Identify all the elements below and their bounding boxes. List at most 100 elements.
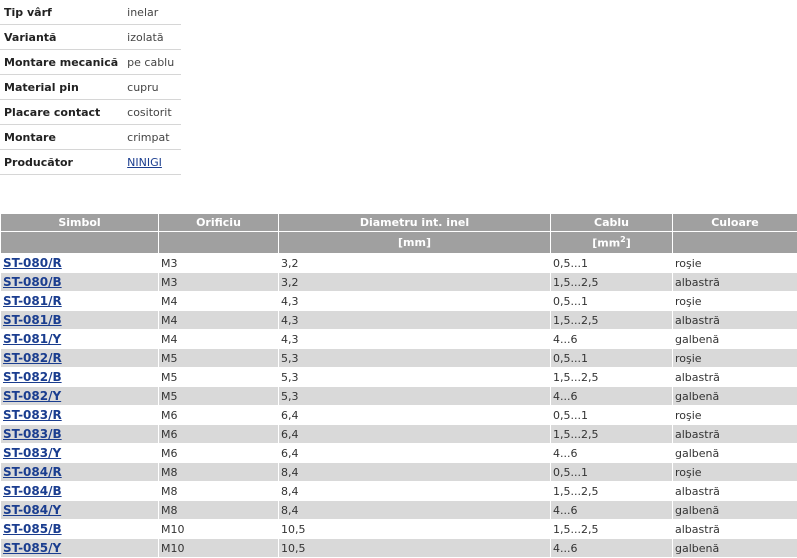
cell-inner-diameter: 5,3: [279, 349, 551, 368]
spec-row: Placare contactcositorit: [0, 100, 181, 125]
cell-color: albastră: [673, 520, 797, 539]
cell-symbol: ST-081/R: [1, 292, 159, 311]
cell-hole: M10: [159, 520, 279, 539]
product-symbol-link[interactable]: ST-082/R: [3, 351, 62, 365]
cell-symbol: ST-084/B: [1, 482, 159, 501]
cell-cable: 4...6: [551, 330, 673, 349]
cell-symbol: ST-083/B: [1, 425, 159, 444]
units-symbol: [1, 232, 159, 254]
cell-hole: M3: [159, 254, 279, 273]
cell-symbol: ST-080/B: [1, 273, 159, 292]
column-header-hole: Orificiu: [159, 214, 279, 232]
table-row: ST-081/R M44,30,5...1roşie: [1, 292, 797, 311]
spec-label: Placare contact: [0, 100, 123, 125]
spec-row: Variantăizolată: [0, 25, 181, 50]
cell-cable: 1,5...2,5: [551, 273, 673, 292]
cell-hole: M3: [159, 273, 279, 292]
cell-color: roşie: [673, 406, 797, 425]
table-row: ST-083/RM66,40,5...1roşie: [1, 406, 797, 425]
spec-value: NINIGI: [123, 150, 182, 175]
spec-value: inelar: [123, 0, 182, 25]
product-symbol-link[interactable]: ST-083/R: [3, 408, 62, 422]
cell-inner-diameter: 4,3: [279, 311, 551, 330]
table-row: ST-081/BM44,31,5...2,5albastră: [1, 311, 797, 330]
product-symbol-link[interactable]: ST-085/B: [3, 522, 62, 536]
spec-row: Material pincupru: [0, 75, 181, 100]
cell-hole: M8: [159, 501, 279, 520]
cell-hole: M6: [159, 425, 279, 444]
cell-inner-diameter: 8,4: [279, 501, 551, 520]
cell-symbol: ST-083/R: [1, 406, 159, 425]
product-symbol-link[interactable]: ST-080/R: [3, 256, 62, 270]
product-symbol-link[interactable]: ST-083/B: [3, 427, 62, 441]
cell-symbol: ST-085/Y: [1, 539, 159, 558]
cell-hole: M8: [159, 482, 279, 501]
cell-color: albastră: [673, 273, 797, 292]
cell-hole: M10: [159, 539, 279, 558]
column-header-color: Culoare: [673, 214, 797, 232]
spec-value: pe cablu: [123, 50, 182, 75]
table-row: ST-084/BM88,41,5...2,5albastră: [1, 482, 797, 501]
cell-inner-diameter: 10,5: [279, 539, 551, 558]
spec-label: Montare: [0, 125, 123, 150]
product-specs-table: Tip vârfinelarVariantăizolatăMontare mec…: [0, 0, 181, 175]
column-header-symbol: Simbol: [1, 214, 159, 232]
cell-color: albastră: [673, 425, 797, 444]
cell-inner-diameter: 3,2: [279, 273, 551, 292]
spec-label: Material pin: [0, 75, 123, 100]
cell-hole: M6: [159, 406, 279, 425]
units-diameter: [mm]: [279, 232, 551, 254]
spec-label: Montare mecanică: [0, 50, 123, 75]
cell-cable: 4...6: [551, 387, 673, 406]
manufacturer-link[interactable]: NINIGI: [127, 156, 162, 169]
cell-symbol: ST-082/B: [1, 368, 159, 387]
cell-inner-diameter: 6,4: [279, 425, 551, 444]
product-symbol-link[interactable]: ST-083/Y: [3, 446, 61, 460]
product-symbol-link[interactable]: ST-084/Y: [3, 503, 61, 517]
cell-color: albastră: [673, 311, 797, 330]
cell-cable: 1,5...2,5: [551, 482, 673, 501]
table-row: ST-085/YM1010,54...6galbenă: [1, 539, 797, 558]
cell-symbol: ST-084/R: [1, 463, 159, 482]
cell-cable: 0,5...1: [551, 406, 673, 425]
cell-hole: M4: [159, 292, 279, 311]
table-row: ST-082/RM55,30,5...1roşie: [1, 349, 797, 368]
cell-inner-diameter: 4,3: [279, 292, 551, 311]
cell-symbol: ST-081/B: [1, 311, 159, 330]
product-symbol-link[interactable]: ST-085/Y: [3, 541, 61, 555]
product-symbol-link[interactable]: ST-082/Y: [3, 389, 61, 403]
cell-inner-diameter: 6,4: [279, 444, 551, 463]
cell-inner-diameter: 8,4: [279, 463, 551, 482]
cell-color: roşie: [673, 292, 797, 311]
product-symbol-link[interactable]: ST-084/R: [3, 465, 62, 479]
cell-cable: 1,5...2,5: [551, 368, 673, 387]
cell-inner-diameter: 4,3: [279, 330, 551, 349]
spec-value: cositorit: [123, 100, 182, 125]
spec-label: Variantă: [0, 25, 123, 50]
spec-value: crimpat: [123, 125, 182, 150]
product-variants-table: Simbol Orificiu Diametru int. inel Cablu…: [0, 213, 797, 558]
cell-symbol: ST-082/R: [1, 349, 159, 368]
cell-cable: 0,5...1: [551, 463, 673, 482]
cell-cable: 4...6: [551, 539, 673, 558]
product-symbol-link[interactable]: ST-081/R: [3, 294, 62, 308]
product-symbol-link[interactable]: ST-082/B: [3, 370, 62, 384]
cell-inner-diameter: 5,3: [279, 368, 551, 387]
spec-row: Montarecrimpat: [0, 125, 181, 150]
product-symbol-link[interactable]: ST-080/B: [3, 275, 62, 289]
cell-color: galbenă: [673, 444, 797, 463]
table-row: ST-083/B M66,41,5...2,5albastră: [1, 425, 797, 444]
cell-symbol: ST-085/B: [1, 520, 159, 539]
spec-row: ProducătorNINIGI: [0, 150, 181, 175]
product-symbol-link[interactable]: ST-081/B: [3, 313, 62, 327]
table-row: ST-080/B M33,21,5...2,5albastră: [1, 273, 797, 292]
cell-hole: M5: [159, 349, 279, 368]
cell-inner-diameter: 8,4: [279, 482, 551, 501]
product-symbol-link[interactable]: ST-084/B: [3, 484, 62, 498]
cell-cable: 0,5...1: [551, 292, 673, 311]
cell-color: roşie: [673, 463, 797, 482]
cell-hole: M4: [159, 330, 279, 349]
cell-hole: M8: [159, 463, 279, 482]
product-symbol-link[interactable]: ST-081/Y: [3, 332, 61, 346]
cell-cable: 1,5...2,5: [551, 425, 673, 444]
